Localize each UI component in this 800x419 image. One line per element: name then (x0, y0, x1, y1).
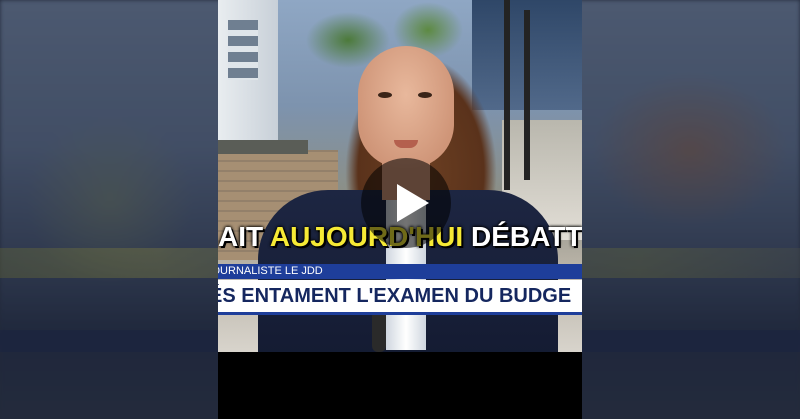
lower-third-headline-text: ÉS ENTAMENT L'EXAMEN DU BUDGE (218, 285, 572, 307)
lower-third-tag-text: JOURNALISTE LE JDD (218, 265, 323, 277)
microphone (372, 310, 386, 352)
background-railing (218, 140, 308, 154)
background-building (218, 0, 278, 150)
caption-text: DÉBATT (463, 221, 582, 252)
lower-third-headline: ÉS ENTAMENT L'EXAMEN DU BUDGE (218, 280, 582, 312)
caption-text: AIT (218, 221, 270, 252)
lower-third-tag: JOURNALISTE LE JDD (218, 264, 582, 279)
eye (418, 92, 432, 98)
right-dim-panel (582, 0, 800, 419)
left-dim-panel (0, 0, 218, 419)
speaker-face (358, 46, 454, 168)
mouth (394, 140, 418, 148)
lower-third-rule (218, 312, 582, 315)
play-icon[interactable] (361, 158, 451, 248)
video-player[interactable]: AIT AUJOURD'HUI DÉBATT JOURNALISTE LE JD… (218, 0, 582, 419)
eye (378, 92, 392, 98)
video-letterbox (218, 352, 582, 419)
